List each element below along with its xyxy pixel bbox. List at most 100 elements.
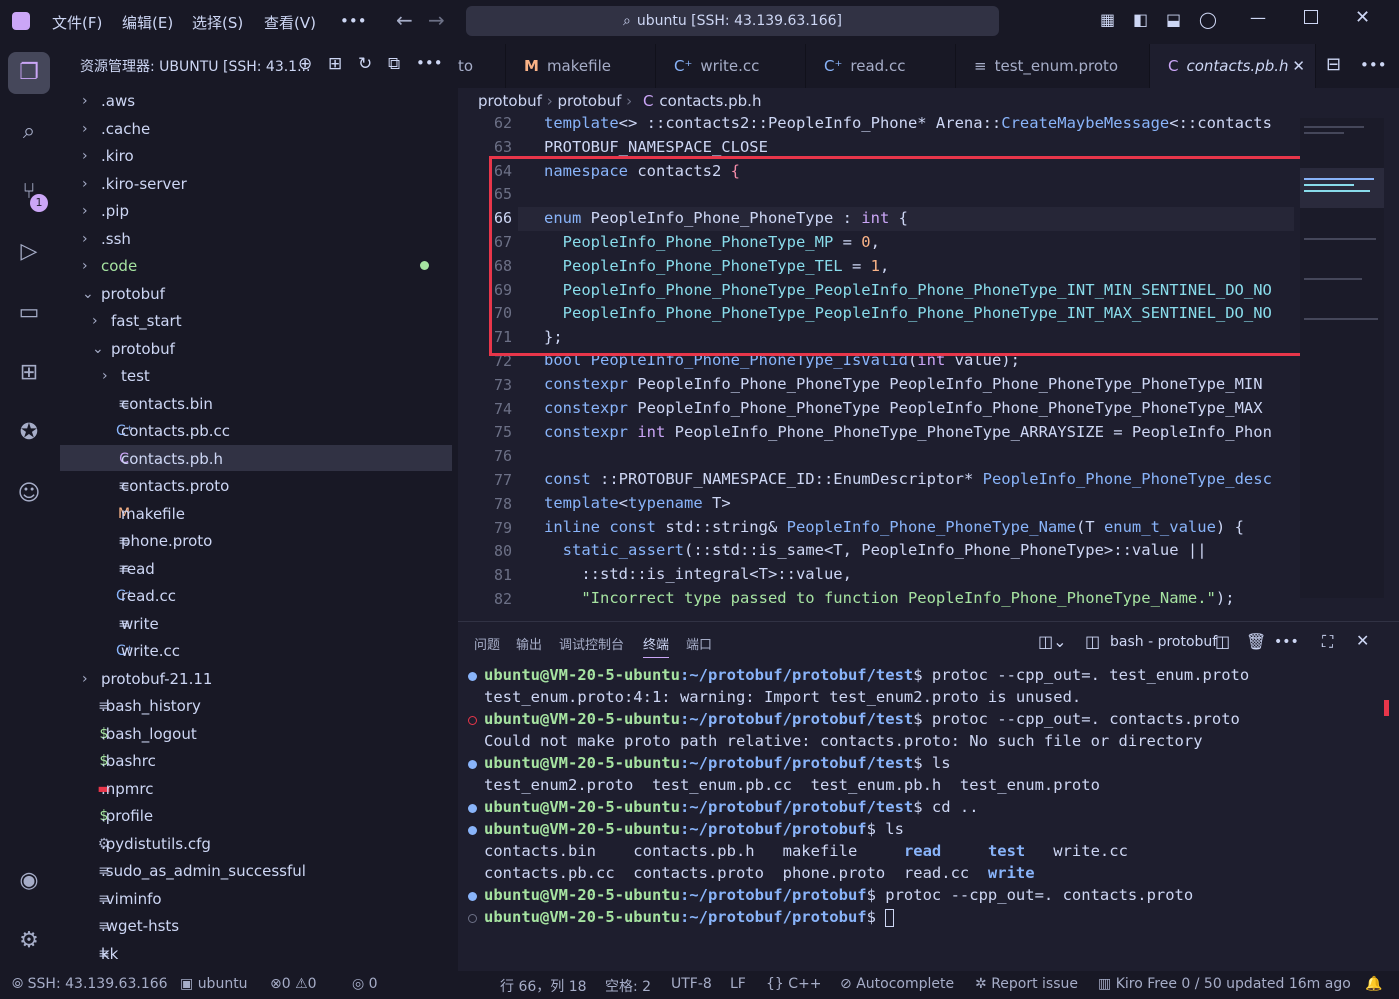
extensions-icon[interactable]: ⊞ xyxy=(14,358,44,388)
chevron-down-icon[interactable]: ⌄ xyxy=(92,341,104,357)
settings-gear-icon[interactable]: ⚙ xyxy=(14,926,44,956)
explorer-icon[interactable]: ❐ xyxy=(14,58,44,88)
sidebar-item[interactable]: .cache xyxy=(101,120,150,138)
menu-file[interactable]: 文件(F) xyxy=(52,12,102,33)
command-status-dot[interactable] xyxy=(468,760,477,769)
chevron-right-icon[interactable]: › xyxy=(82,231,88,247)
remote-explorer-icon[interactable]: ▭ xyxy=(14,298,44,328)
tab-write-cc[interactable]: C⁺ write.cc xyxy=(656,44,806,88)
close-tab-icon[interactable]: ✕ xyxy=(1292,44,1305,88)
sidebar-item[interactable]: phone.proto xyxy=(121,532,212,550)
sidebar-item[interactable]: protobuf-21.11 xyxy=(101,670,212,688)
run-debug-icon[interactable]: ▷ xyxy=(14,237,44,267)
forward-arrow-icon[interactable]: → xyxy=(428,8,445,32)
new-folder-icon[interactable]: ⊞ xyxy=(328,54,342,74)
sidebar-item[interactable]: contacts.bin xyxy=(121,395,213,413)
tab-contacts-pb-h[interactable]: Ccontacts.pb.h ✕ xyxy=(1150,44,1316,88)
chevron-right-icon[interactable]: › xyxy=(102,368,108,384)
maximize-icon[interactable] xyxy=(1304,10,1318,24)
code-editor[interactable]: protobuf › protobuf › Ccontacts.pb.h 62 6… xyxy=(458,88,1399,611)
command-status-dot[interactable] xyxy=(468,892,477,901)
sidebar-item[interactable]: code xyxy=(101,257,137,275)
sidebar-item[interactable]: write xyxy=(121,615,159,633)
sidebar-item[interactable]: .bashrc xyxy=(101,752,156,770)
ports-indicator[interactable]: ◎ 0 xyxy=(352,976,378,992)
sidebar-item[interactable]: .profile xyxy=(101,807,153,825)
sidebar-item[interactable]: read.cc xyxy=(121,587,176,605)
back-arrow-icon[interactable]: ← xyxy=(396,8,413,32)
language-mode[interactable]: {} C++ xyxy=(766,976,822,992)
cursor-position[interactable]: 行 66，列 18 xyxy=(500,976,587,996)
tab-debug-console[interactable]: 调试控制台 xyxy=(559,634,624,653)
new-file-icon[interactable]: ⊕ xyxy=(298,54,312,74)
chevron-right-icon[interactable]: › xyxy=(82,121,88,137)
encoding[interactable]: UTF-8 xyxy=(671,976,712,992)
sidebar-item[interactable]: .kiro xyxy=(101,147,134,165)
kiro-usage[interactable]: ▥ Kiro Free 0 / 50 updated 16m ago xyxy=(1098,976,1351,992)
remote-ssh-indicator[interactable]: ⦾ SSH: 43.139.63.166 xyxy=(12,976,168,992)
sidebar-item[interactable]: .pydistutils.cfg xyxy=(101,835,211,853)
sidebar-item[interactable]: .bash_history xyxy=(101,697,201,715)
chat-icon[interactable]: ◯ xyxy=(1199,10,1217,29)
sidebar-item[interactable]: protobuf xyxy=(101,285,165,303)
menu-edit[interactable]: 编辑(E) xyxy=(122,12,173,33)
chevron-right-icon[interactable]: › xyxy=(82,93,88,109)
account-icon[interactable]: ◉ xyxy=(14,866,44,896)
command-status-dot[interactable] xyxy=(468,716,477,725)
tab-partial[interactable]: to xyxy=(458,44,506,88)
sidebar-item[interactable]: .npmrc xyxy=(101,780,154,798)
sidebar-item[interactable]: read xyxy=(121,560,155,578)
sidebar-item[interactable]: contacts.pb.cc xyxy=(121,422,230,440)
command-status-dot[interactable] xyxy=(468,672,477,681)
sidebar-item[interactable]: .viminfo xyxy=(101,890,162,908)
command-status-dot[interactable] xyxy=(468,826,477,835)
terminal-name[interactable]: bash - protobuf xyxy=(1110,634,1217,650)
tab-test-enum-proto[interactable]: ≡ test_enum.proto xyxy=(956,44,1150,88)
chevron-right-icon[interactable]: › xyxy=(82,671,88,687)
tab-read-cc[interactable]: C⁺ read.cc xyxy=(806,44,956,88)
chevron-right-icon[interactable]: › xyxy=(82,148,88,164)
copilot-icon[interactable]: ☺ xyxy=(14,479,44,509)
tab-makefile[interactable]: Mmakefile xyxy=(506,44,656,88)
sidebar-item[interactable]: .sudo_as_admin_successful xyxy=(101,862,306,880)
breadcrumb-item[interactable]: contacts.pb.h xyxy=(659,92,761,110)
sidebar-item[interactable]: contacts.proto xyxy=(121,477,229,495)
sidebar-item[interactable]: makefile xyxy=(121,505,185,523)
eol[interactable]: LF xyxy=(730,976,746,992)
split-editor-icon[interactable]: ⊟ xyxy=(1326,54,1341,75)
sidebar-item[interactable]: .pip xyxy=(101,202,129,220)
sidebar-item[interactable]: test xyxy=(121,367,150,385)
host-indicator[interactable]: ▣ ubuntu xyxy=(180,976,248,992)
breadcrumb-item[interactable]: protobuf xyxy=(478,92,542,110)
sidebar-item[interactable]: contacts.pb.h xyxy=(121,450,223,468)
minimize-icon[interactable]: — xyxy=(1250,8,1266,27)
search-icon[interactable]: ⌕ xyxy=(14,117,44,147)
autocomplete-status[interactable]: ⊘ Autocomplete xyxy=(840,976,954,992)
menu-more[interactable]: ••• xyxy=(340,12,367,30)
sidebar-item[interactable]: .bash_logout xyxy=(101,725,197,743)
chevron-right-icon[interactable]: › xyxy=(92,313,98,329)
panel-more-icon[interactable]: ••• xyxy=(1274,634,1299,650)
sidebar-item[interactable]: .ssh xyxy=(101,230,131,248)
menu-view[interactable]: 查看(V) xyxy=(264,12,316,33)
command-center-search[interactable]: ⌕ ubuntu [SSH: 43.139.63.166] xyxy=(466,6,999,36)
editor-more-icon[interactable]: ••• xyxy=(1360,56,1387,74)
sidebar-item[interactable]: .wget-hsts xyxy=(101,917,179,935)
menu-selection[interactable]: 选择(S) xyxy=(192,12,243,33)
tab-terminal[interactable]: 终端 xyxy=(643,634,670,658)
collapse-all-icon[interactable]: ⧉ xyxy=(388,54,400,74)
indentation[interactable]: 空格: 2 xyxy=(605,976,651,996)
sidebar-item[interactable]: protobuf xyxy=(111,340,175,358)
toggle-sidebar-icon[interactable]: ◧ xyxy=(1133,10,1148,29)
customize-layout-icon[interactable]: ▦ xyxy=(1100,10,1115,29)
sidebar-item[interactable]: .kiro-server xyxy=(101,175,187,193)
kiro-icon[interactable]: ✪ xyxy=(14,418,44,448)
chevron-right-icon[interactable]: › xyxy=(82,176,88,192)
sidebar-item[interactable]: .aws xyxy=(101,92,135,110)
report-issue[interactable]: ✲ Report issue xyxy=(975,976,1078,992)
chevron-right-icon[interactable]: › xyxy=(82,203,88,219)
refresh-icon[interactable]: ↻ xyxy=(358,54,372,74)
command-status-dot[interactable] xyxy=(468,804,477,813)
close-panel-icon[interactable]: ✕ xyxy=(1356,631,1369,650)
problems-indicator[interactable]: ⊗0 ⚠0 xyxy=(270,976,317,992)
